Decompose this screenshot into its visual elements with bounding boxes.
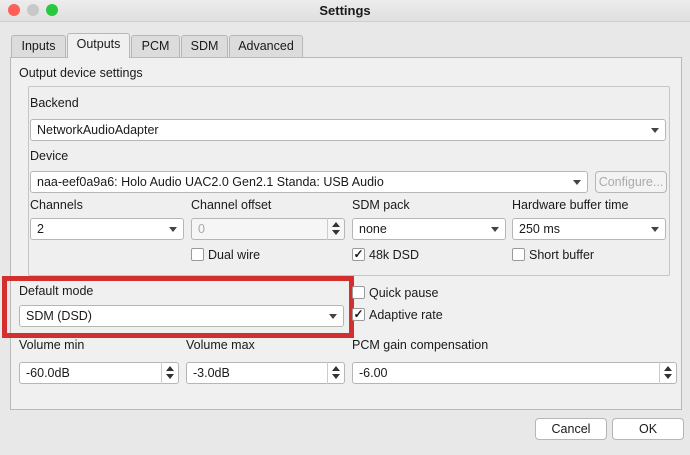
backend-select[interactable]: NetworkAudioAdapter [30,119,666,141]
chevron-down-icon [651,128,659,133]
tab-sdm[interactable]: SDM [181,35,228,57]
spin-arrows-icon[interactable] [161,362,178,384]
quick-pause-checkbox[interactable] [352,286,365,299]
dsd48k-checkbox[interactable]: ✓ [352,248,365,261]
tab-pcm[interactable]: PCM [131,35,180,57]
cancel-button[interactable]: Cancel [535,418,607,440]
hardware-buffer-label: Hardware buffer time [512,198,629,212]
highlight-box [2,276,354,338]
device-select[interactable]: naa-eef0a9a6: Holo Audio UAC2.0 Gen2.1 S… [30,171,588,193]
pcm-gain-value: -6.00 [359,366,388,380]
adaptive-rate-checkbox[interactable]: ✓ [352,308,365,321]
tab-inputs[interactable]: Inputs [11,35,66,57]
sdm-pack-select[interactable]: none [352,218,506,240]
configure-button[interactable]: Configure... [595,171,667,193]
volume-min-value: -60.0dB [26,366,70,380]
chevron-down-icon [491,227,499,232]
spin-arrows-icon[interactable] [327,218,344,240]
volume-max-value: -3.0dB [193,366,230,380]
sdm-pack-label: SDM pack [352,198,410,212]
short-buffer-checkbox[interactable] [512,248,525,261]
chevron-down-icon [573,180,581,185]
quick-pause-label: Quick pause [369,286,439,300]
volume-min-spinbox[interactable]: -60.0dB [19,362,179,384]
spin-arrows-icon[interactable] [659,362,676,384]
short-buffer-label: Short buffer [529,248,595,262]
pcm-gain-label: PCM gain compensation [352,338,489,352]
backend-label: Backend [30,96,79,110]
channel-offset-value: 0 [198,222,205,236]
volume-max-spinbox[interactable]: -3.0dB [186,362,345,384]
chevron-down-icon [169,227,177,232]
channel-offset-label: Channel offset [191,198,272,212]
channels-value: 2 [37,222,44,236]
sdm-pack-value: none [359,222,387,236]
device-value: naa-eef0a9a6: Holo Audio UAC2.0 Gen2.1 S… [37,175,384,189]
ok-button[interactable]: OK [612,418,684,440]
channel-offset-spinbox[interactable]: 0 [191,218,345,240]
dual-wire-label: Dual wire [208,248,261,262]
pcm-gain-spinbox[interactable]: -6.00 [352,362,677,384]
dual-wire-checkbox[interactable] [191,248,204,261]
channels-select[interactable]: 2 [30,218,184,240]
dsd48k-label: 48k DSD [369,248,420,262]
spin-arrows-icon[interactable] [327,362,344,384]
channels-label: Channels [30,198,83,212]
volume-min-label: Volume min [19,338,85,352]
adaptive-rate-label: Adaptive rate [369,308,443,322]
chevron-down-icon [651,227,659,232]
tab-outputs[interactable]: Outputs [67,33,130,58]
output-device-settings-title: Output device settings [19,66,143,80]
volume-max-label: Volume max [186,338,255,352]
device-label: Device [30,149,69,163]
hardware-buffer-value: 250 ms [519,222,560,236]
window-title: Settings [319,3,371,18]
backend-value: NetworkAudioAdapter [37,123,159,137]
tab-advanced[interactable]: Advanced [229,35,303,57]
hardware-buffer-select[interactable]: 250 ms [512,218,666,240]
